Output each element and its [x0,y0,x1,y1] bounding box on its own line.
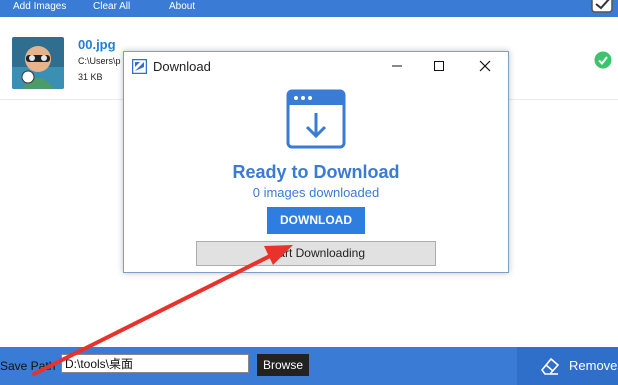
file-size: 31 KB [78,72,103,82]
download-button[interactable]: DOWNLOAD [267,207,365,234]
download-window-icon [286,89,346,149]
add-images-button[interactable]: Add Images [13,1,66,12]
start-downloading-button[interactable]: Start Downloading [196,241,436,266]
remove-button[interactable]: Remove [517,347,618,385]
download-dialog: Download Ready to Download 0 images down… [123,51,509,273]
close-icon[interactable] [474,56,496,76]
bottom-bar: Save Path Browse Remove [0,347,618,385]
image-thumbnail [12,37,64,89]
about-button[interactable]: About [169,1,195,12]
save-path-input[interactable] [61,354,249,373]
app-logo-icon [132,59,147,74]
dialog-title-bar[interactable]: Download [124,52,508,80]
dialog-title: Download [153,59,211,74]
remove-label: Remove [569,358,618,373]
save-path-label: Save Path [0,359,56,373]
top-toolbar: Add Images Clear All About [0,0,618,17]
select-all-icon[interactable] [590,0,616,16]
check-circle-icon [594,51,612,69]
minimize-icon[interactable] [386,56,408,76]
ready-heading: Ready to Download [232,162,400,182]
maximize-icon[interactable] [428,56,450,76]
file-path: C:\Users\p [78,56,121,66]
clear-all-button[interactable]: Clear All [93,1,130,12]
eraser-icon [540,357,560,375]
download-count: 0 images downloaded [252,185,380,200]
browse-button[interactable]: Browse [257,354,309,376]
file-name: 00.jpg [78,37,116,52]
